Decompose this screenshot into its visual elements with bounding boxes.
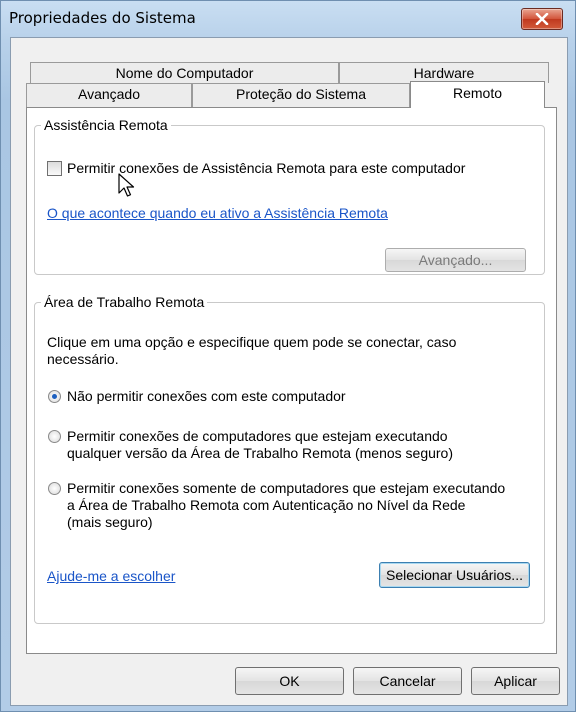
tab-computer-name[interactable]: Nome do Computador [30, 62, 339, 83]
advanced-button[interactable]: Avançado... [385, 248, 526, 272]
remote-assistance-legend: Assistência Remota [44, 117, 168, 133]
dialog-client-area: Nome do Computador Hardware Avançado Pro… [10, 37, 568, 706]
select-users-button[interactable]: Selecionar Usuários... [379, 562, 530, 588]
tab-label: Avançado [77, 86, 140, 102]
radio-nla-only-label-line1[interactable]: Permitir conexões somente de computadore… [67, 480, 505, 497]
close-icon [535, 13, 549, 25]
tab-label: Hardware [413, 65, 475, 81]
radio-no-connections-label[interactable]: Não permitir conexões com este computado… [67, 388, 346, 405]
radio-no-connections[interactable] [48, 390, 61, 403]
remote-desktop-intro-line2: necessário. [47, 351, 119, 367]
tab-advanced[interactable]: Avançado [26, 83, 192, 107]
radio-nla-only-label-line3[interactable]: (mais seguro) [67, 514, 153, 531]
tab-label: Proteção do Sistema [236, 86, 366, 102]
remote-assistance-help-link[interactable]: O que acontece quando eu ativo a Assistê… [47, 205, 388, 222]
radio-nla-only[interactable] [48, 482, 61, 495]
close-button[interactable] [521, 8, 563, 30]
radio-any-version-label-line2[interactable]: qualquer versão da Área de Trabalho Remo… [67, 445, 453, 462]
tab-remote[interactable]: Remoto [410, 81, 545, 108]
system-properties-window: Propriedades do Sistema Nome do Computad… [0, 0, 576, 712]
remote-desktop-intro-line1: Clique em uma opção e especifique quem p… [47, 334, 457, 350]
tab-system-protection[interactable]: Proteção do Sistema [192, 83, 410, 107]
window-title: Propriedades do Sistema [9, 9, 196, 27]
ok-button[interactable]: OK [235, 667, 344, 695]
radio-any-version[interactable] [48, 430, 61, 443]
tab-label: Nome do Computador [115, 65, 254, 81]
cancel-button[interactable]: Cancelar [353, 667, 462, 695]
radio-any-version-label-line1[interactable]: Permitir conexões de computadores que es… [67, 428, 448, 445]
apply-button[interactable]: Aplicar [471, 667, 560, 695]
radio-nla-only-label-line2[interactable]: a Área de Trabalho Remota com Autenticaç… [67, 497, 465, 514]
help-me-choose-link[interactable]: Ajude-me a escolher [47, 568, 175, 585]
mouse-pointer-icon [118, 173, 135, 197]
remote-desktop-legend: Área de Trabalho Remota [44, 294, 205, 310]
tab-strip: Nome do Computador Hardware Avançado Pro… [11, 38, 567, 108]
tab-hardware[interactable]: Hardware [339, 62, 549, 83]
tab-panel-remote: Assistência Remota Permitir conexões de … [26, 107, 557, 654]
title-bar[interactable]: Propriedades do Sistema [1, 1, 575, 37]
allow-remote-assistance-checkbox[interactable] [47, 161, 62, 176]
tab-label: Remoto [452, 85, 503, 101]
